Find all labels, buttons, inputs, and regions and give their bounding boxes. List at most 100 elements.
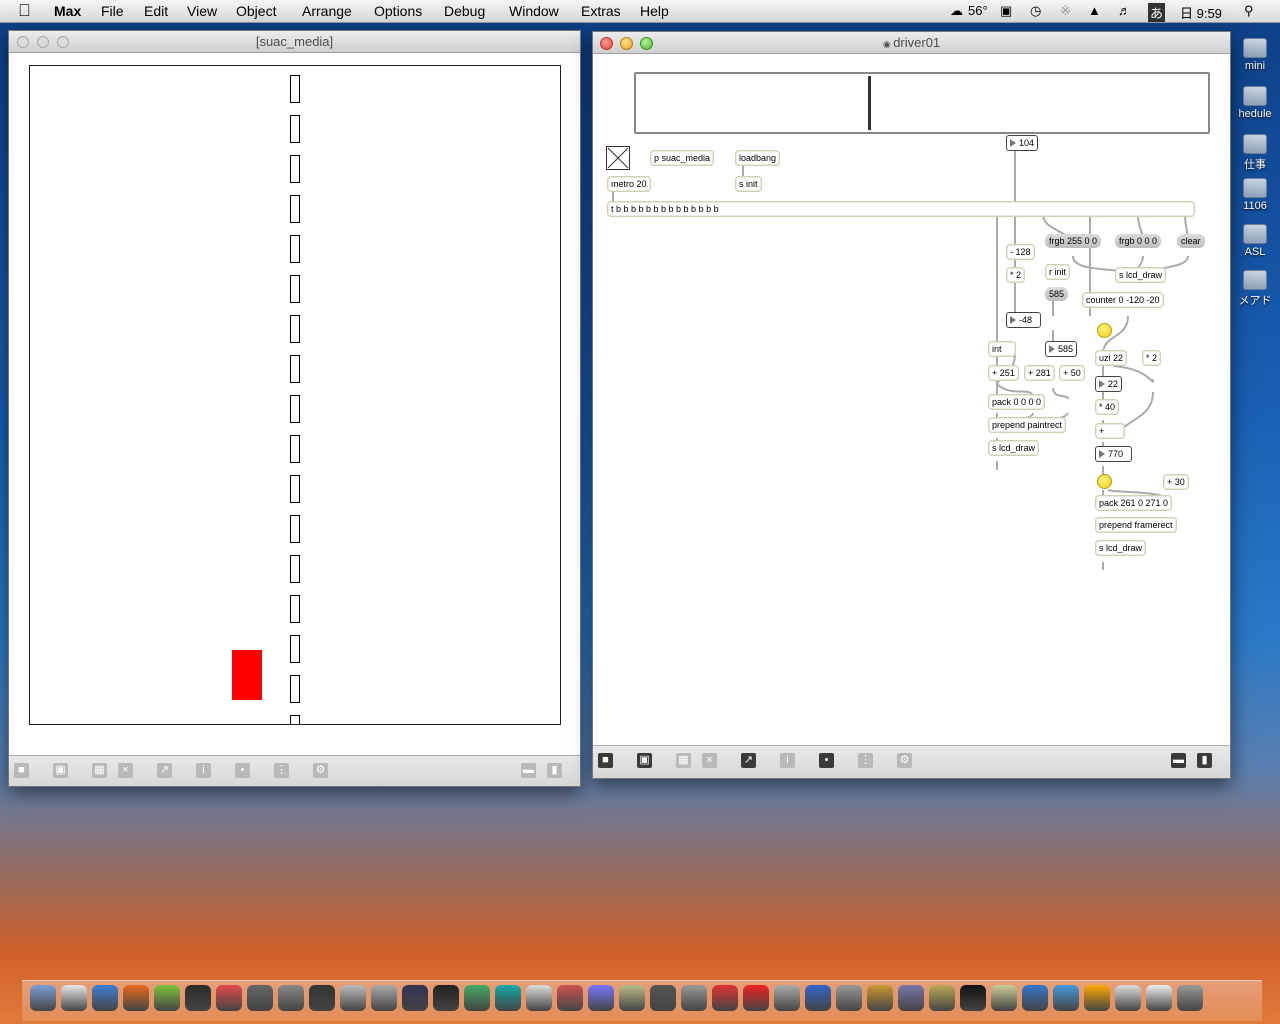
- dock-app-icon[interactable]: [464, 985, 490, 1011]
- object-trigger[interactable]: t b b b b b b b b b b b b b b: [607, 201, 1195, 217]
- zoom-button[interactable]: [57, 36, 69, 48]
- object-int[interactable]: int: [988, 341, 1016, 357]
- dock-app-icon[interactable]: [185, 985, 211, 1011]
- number-box-585[interactable]: 585: [1045, 341, 1078, 357]
- number-box-22[interactable]: 22: [1095, 376, 1123, 392]
- menu-help[interactable]: Help: [640, 3, 669, 19]
- object-pack-0000[interactable]: pack 0 0 0 0: [988, 394, 1046, 410]
- window-titlebar[interactable]: [suac_media]: [9, 31, 580, 53]
- dock-app-icon[interactable]: [836, 985, 862, 1011]
- dock-app-icon[interactable]: [61, 985, 87, 1011]
- message-frgb-red[interactable]: frgb 255 0 0: [1045, 234, 1102, 248]
- message-585[interactable]: 585: [1045, 287, 1069, 301]
- message-clear[interactable]: clear: [1177, 234, 1205, 248]
- time-machine-icon[interactable]: ◷: [1030, 3, 1041, 19]
- minimize-button[interactable]: [37, 36, 49, 48]
- object-times-2[interactable]: * 2: [1006, 267, 1026, 283]
- menu-extras[interactable]: Extras: [581, 3, 621, 19]
- delete-icon[interactable]: ×: [702, 753, 717, 768]
- number-box-slider[interactable]: 104: [1006, 135, 1039, 151]
- grid-icon[interactable]: ⋮: [274, 763, 289, 778]
- message-frgb-black[interactable]: frgb 0 0 0: [1115, 234, 1162, 248]
- dock-app-icon[interactable]: [123, 985, 149, 1011]
- menu-view[interactable]: View: [187, 3, 217, 19]
- horizontal-slider[interactable]: [634, 72, 1210, 134]
- side-panel-icon[interactable]: ▮: [547, 763, 562, 778]
- grid-icon[interactable]: ⋮: [858, 753, 873, 768]
- connect-icon[interactable]: •: [235, 763, 250, 778]
- desktop-item-work[interactable]: 仕事: [1230, 134, 1280, 172]
- wifi-icon[interactable]: ▲: [1088, 3, 1101, 18]
- settings-icon[interactable]: ⚙: [897, 753, 912, 768]
- dock-app-icon[interactable]: [1177, 985, 1203, 1011]
- bottom-panel-icon[interactable]: ▬: [1171, 753, 1186, 768]
- object-counter[interactable]: counter 0 -120 -20: [1082, 292, 1164, 308]
- dock-app-icon[interactable]: [402, 985, 428, 1011]
- bang-button[interactable]: [1097, 474, 1112, 489]
- dock-app-icon[interactable]: [898, 985, 924, 1011]
- patcher-canvas[interactable]: 104 p suac_media loadbang metro 20 s ini…: [593, 54, 1229, 762]
- display-icon[interactable]: ▣: [1000, 3, 1012, 19]
- object-uzi[interactable]: uzi 22: [1095, 350, 1128, 366]
- clock[interactable]: 日 9:59: [1180, 3, 1222, 22]
- object-prepend-framerect[interactable]: prepend framerect: [1095, 517, 1177, 533]
- object-prepend-paintrect[interactable]: prepend paintrect: [988, 417, 1067, 433]
- bluetooth-icon[interactable]: ※: [1060, 3, 1071, 19]
- dock-app-icon[interactable]: [92, 985, 118, 1011]
- object-plus-30[interactable]: + 30: [1163, 474, 1189, 490]
- dock-app-icon[interactable]: [929, 985, 955, 1011]
- desktop-item-asl[interactable]: ASL: [1230, 224, 1280, 258]
- menu-window[interactable]: Window: [509, 3, 559, 19]
- dock-app-icon[interactable]: [1146, 985, 1172, 1011]
- dock-app-icon[interactable]: [712, 985, 738, 1011]
- desktop-item-1106[interactable]: 1106: [1230, 178, 1280, 212]
- number-box-minus-48[interactable]: -48: [1006, 312, 1041, 328]
- minimize-button[interactable]: [620, 37, 633, 50]
- input-method-icon[interactable]: あ: [1148, 3, 1166, 22]
- bottom-panel-icon[interactable]: ▬: [521, 763, 536, 778]
- desktop-item-address[interactable]: メアド: [1230, 270, 1280, 308]
- slider-knob[interactable]: [868, 76, 871, 130]
- dock-app-icon[interactable]: [371, 985, 397, 1011]
- close-button[interactable]: [600, 37, 613, 50]
- info-icon[interactable]: i: [196, 763, 211, 778]
- dock-app-icon[interactable]: [991, 985, 1017, 1011]
- menu-object[interactable]: Object: [236, 3, 276, 19]
- dock-app-icon[interactable]: [526, 985, 552, 1011]
- clipboard-icon[interactable]: ▦: [676, 753, 691, 768]
- menu-file[interactable]: File: [101, 3, 124, 19]
- clipboard-icon[interactable]: ▦: [92, 763, 107, 778]
- zoom-button[interactable]: [640, 37, 653, 50]
- menu-app-max[interactable]: Max: [54, 3, 81, 19]
- menu-edit[interactable]: Edit: [144, 3, 168, 19]
- dock-app-icon[interactable]: [278, 985, 304, 1011]
- dock-app-icon[interactable]: [774, 985, 800, 1011]
- dock-app-icon[interactable]: [1115, 985, 1141, 1011]
- menu-options[interactable]: Options: [374, 3, 422, 19]
- object-s-init[interactable]: s init: [735, 176, 762, 192]
- object-plus-281[interactable]: + 281: [1024, 365, 1055, 381]
- object-metro[interactable]: metro 20: [607, 176, 651, 192]
- number-box-770[interactable]: 770: [1095, 446, 1132, 462]
- dock-app-icon[interactable]: [681, 985, 707, 1011]
- object-plus-50[interactable]: + 50: [1059, 365, 1085, 381]
- lock-icon[interactable]: ■: [598, 753, 613, 768]
- dock-app-icon[interactable]: [495, 985, 521, 1011]
- dock-app-icon[interactable]: [340, 985, 366, 1011]
- side-panel-icon[interactable]: ▮: [1197, 753, 1212, 768]
- object-s-lcd-draw[interactable]: s lcd_draw: [1115, 267, 1167, 283]
- dock-app-icon[interactable]: [247, 985, 273, 1011]
- desktop-item-hedule[interactable]: hedule: [1230, 86, 1280, 120]
- object-times-2[interactable]: * 2: [1142, 350, 1162, 366]
- toggle-checkbox[interactable]: [606, 146, 630, 170]
- window-titlebar[interactable]: ◉ driver01: [593, 32, 1230, 54]
- dock-app-icon[interactable]: [1053, 985, 1079, 1011]
- dock-app-icon[interactable]: [309, 985, 335, 1011]
- inspector-icon[interactable]: ↗: [157, 763, 172, 778]
- lcd-canvas[interactable]: [29, 65, 561, 725]
- dock-app-icon[interactable]: [433, 985, 459, 1011]
- dock-app-icon[interactable]: [216, 985, 242, 1011]
- presentation-icon[interactable]: ▣: [637, 753, 652, 768]
- dock-app-icon[interactable]: [557, 985, 583, 1011]
- inspector-icon[interactable]: ↗: [741, 753, 756, 768]
